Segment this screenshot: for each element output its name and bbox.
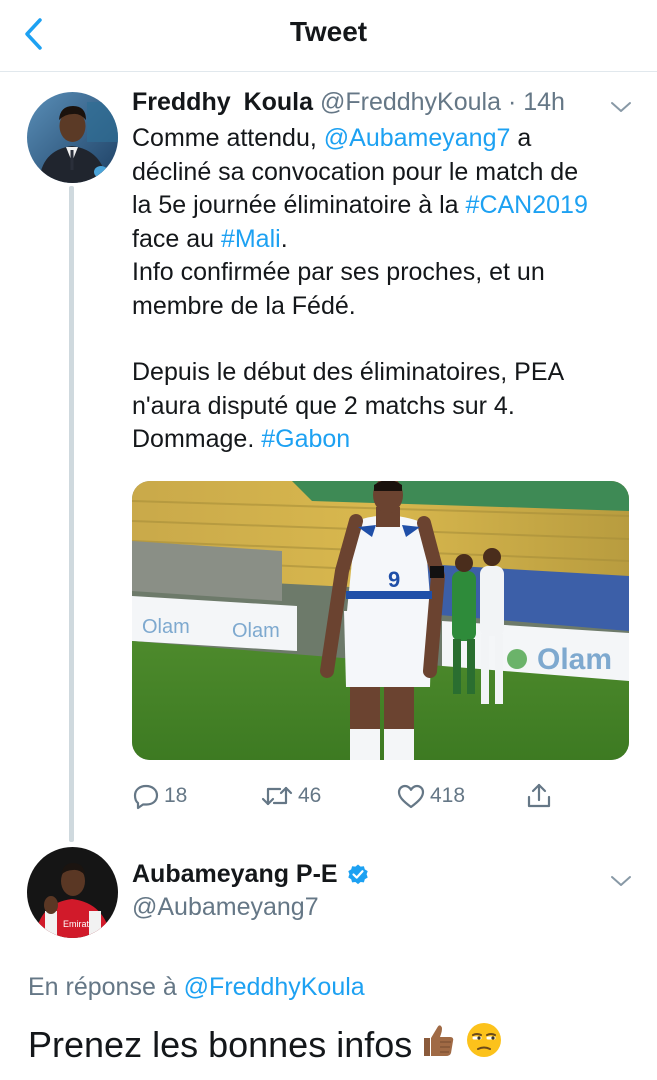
hashtag-link[interactable]: #CAN2019 [466,191,588,219]
text-segment: . [280,224,288,253]
top-nav-bar: Tweet [0,0,657,72]
jersey-number: 9 [388,567,400,592]
avatar-aubameyang[interactable]: Emirat [27,847,118,938]
thumbs-up-emoji-icon [418,1020,458,1069]
tweet-photo[interactable]: Olam Olam Olam 9 [132,481,629,760]
tweet-action-bar: 18 46 418 [132,778,562,814]
reply-tweet-text: Prenez les bonnes infos [28,1020,504,1069]
text-line: Info confirmée par ses proches, et un [132,258,545,286]
page-title: Tweet [289,16,368,47]
author-handle[interactable]: @FreddhyKoula [320,88,501,116]
reply-to-mention-link[interactable]: @FreddhyKoula [184,973,365,1001]
author-handle[interactable]: @Aubameyang7 [132,893,319,922]
ad-board-text: Olam [232,620,280,642]
tweet-time: 14h [523,88,565,116]
text-segment: face au [132,224,221,253]
hashtag-link[interactable]: #Gabon [261,425,350,453]
share-button[interactable] [524,778,554,814]
heart-icon [397,784,425,809]
paragraph-break [132,323,632,356]
reply-prefix: En réponse à [28,973,184,1001]
like-button[interactable]: 418 [396,778,465,814]
tweet-options-button[interactable] [608,98,634,116]
dot-separator: · [507,88,517,116]
author-name[interactable]: Freddhy Koula [132,88,313,116]
thread-connector-line [69,186,74,842]
avatar-shirt-text: Emirat [63,919,90,929]
avatar-freddhy-koula[interactable] [27,92,118,183]
tweet-header: Freddhy Koula @FreddhyKoula · 14h [132,88,565,117]
author-name[interactable]: Aubameyang P-E [132,860,338,889]
ad-board-text: Olam [142,616,190,638]
tweet-text: Comme attendu, @Aubameyang7 a décliné sa… [132,122,632,457]
ad-board-text: Olam [537,643,612,676]
share-icon [527,783,551,808]
author-name-row: Aubameyang P-E [132,860,370,889]
verified-badge-icon [347,864,368,884]
reply-icon [133,784,159,810]
reply-count: 18 [164,784,188,807]
text-line: Depuis le début des éliminatoires, PEA [132,358,565,386]
tweet-options-button[interactable] [608,872,634,890]
text-line: membre de la Fédé. [132,291,356,320]
mention-link[interactable]: @Aubameyang7 [324,124,511,152]
text-segment: Dommage. [132,425,262,453]
text-segment: Comme attendu, [132,124,324,152]
chevron-down-icon [611,876,631,886]
retweet-icon [261,786,293,806]
reply-text-content: Prenez les bonnes infos [28,1023,413,1065]
chevron-down-icon [611,102,631,112]
text-line: n'aura disputé que 2 matchs sur 4. [132,391,515,420]
text-segment: la 5e journée éliminatoire à la [132,191,466,219]
reply-button[interactable]: 18 [132,778,187,814]
hashtag-link[interactable]: #Mali [221,225,281,253]
unamused-face-emoji-icon [464,1020,504,1069]
text-segment: a [510,124,532,152]
replying-to-line: En réponse à @FreddhyKoula [28,973,365,1002]
text-line: décliné sa convocation pour le match de [132,157,579,186]
retweet-count: 46 [298,784,322,807]
like-count: 418 [430,784,466,807]
retweet-button[interactable]: 46 [260,778,321,814]
